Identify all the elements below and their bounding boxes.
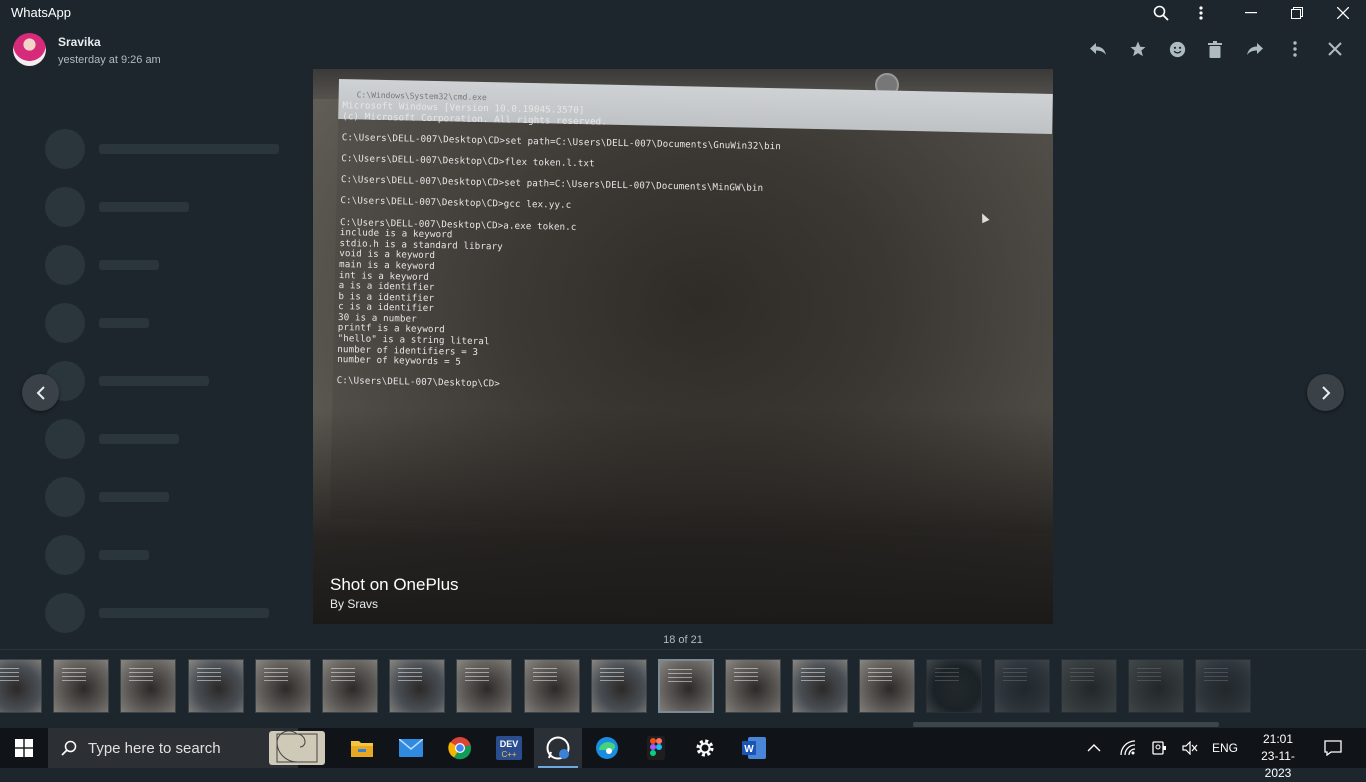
chevron-left-icon xyxy=(36,385,45,400)
window-close-icon[interactable] xyxy=(1323,0,1363,26)
chrome-icon[interactable] xyxy=(436,728,484,768)
edge-icon[interactable] xyxy=(583,728,631,768)
thumbnail[interactable] xyxy=(926,659,982,713)
settings-gear-icon[interactable] xyxy=(681,728,729,768)
watermark-title: Shot on OnePlus xyxy=(330,575,459,594)
svg-text:C++: C++ xyxy=(501,750,516,759)
thumbnail-text xyxy=(398,668,422,684)
thumbnail[interactable] xyxy=(120,659,176,713)
thumbnail[interactable] xyxy=(0,659,42,713)
search-placeholder: Type here to search xyxy=(88,739,221,757)
thumbnail[interactable] xyxy=(658,659,714,713)
search-highlight-image xyxy=(269,730,325,765)
thumbnail[interactable] xyxy=(322,659,378,713)
thumbnail-scrollbar[interactable] xyxy=(913,722,1219,727)
figma-icon[interactable] xyxy=(632,728,680,768)
language-indicator[interactable]: ENG xyxy=(1212,741,1238,755)
search-icon xyxy=(61,740,77,756)
thumbnail-text xyxy=(0,668,19,684)
thumbnail[interactable] xyxy=(591,659,647,713)
thumbnail-text xyxy=(197,668,221,684)
title-bar: WhatsApp xyxy=(0,0,1366,26)
restore-icon[interactable] xyxy=(1277,0,1317,26)
thumbnail[interactable] xyxy=(859,659,915,713)
thumbnail[interactable] xyxy=(1061,659,1117,713)
taskbar-search[interactable]: Type here to search xyxy=(48,728,325,768)
avatar[interactable] xyxy=(13,33,46,66)
star-icon[interactable] xyxy=(1127,38,1149,60)
thumbnail[interactable] xyxy=(725,659,781,713)
whatsapp-icon[interactable] xyxy=(534,728,582,768)
app-title: WhatsApp xyxy=(11,5,71,20)
thumbnail[interactable] xyxy=(792,659,848,713)
thumbnail-text xyxy=(331,668,355,684)
watermark-author: By Sravs xyxy=(330,597,379,611)
emoji-icon[interactable] xyxy=(1166,38,1188,60)
dev-cpp-icon[interactable]: DEV C++ xyxy=(485,728,533,768)
thumbnail-text xyxy=(129,668,153,684)
delete-icon[interactable] xyxy=(1204,38,1226,60)
reply-icon[interactable] xyxy=(1087,38,1109,60)
next-button[interactable] xyxy=(1307,374,1344,411)
thumbnail-text xyxy=(264,668,288,684)
taskbar-clock[interactable]: 21:01 23-11-2023 xyxy=(1248,731,1308,782)
cmd-output: Microsoft Windows [Version 10.0.19045.35… xyxy=(337,100,1043,402)
thumbnail-strip[interactable] xyxy=(0,649,1366,724)
thumbnail[interactable] xyxy=(188,659,244,713)
media-photo[interactable]: C:\Windows\System32\cmd.exe Microsoft Wi… xyxy=(313,69,1053,624)
mail-icon[interactable] xyxy=(387,728,435,768)
thumbnail-text xyxy=(868,668,892,684)
forward-icon[interactable] xyxy=(1244,38,1266,60)
clock-date: 23-11-2023 xyxy=(1261,749,1295,780)
thumbnail-text xyxy=(1137,668,1161,684)
thumbnail[interactable] xyxy=(994,659,1050,713)
chevron-right-icon xyxy=(1321,385,1330,400)
message-time: yesterday at 9:26 am xyxy=(58,54,161,66)
more-icon[interactable] xyxy=(1284,38,1306,60)
sender-name[interactable]: Sravika xyxy=(58,35,101,49)
clock-time: 21:01 xyxy=(1262,732,1294,746)
volume-muted-icon[interactable] xyxy=(1168,728,1212,768)
thumbnail[interactable] xyxy=(1128,659,1184,713)
thumbnail-text xyxy=(465,668,489,684)
search-icon[interactable] xyxy=(1141,0,1181,26)
svg-text:W: W xyxy=(744,744,754,755)
thumbnail-text xyxy=(533,668,557,684)
media-counter: 18 of 21 xyxy=(663,634,703,646)
thumbnail-text xyxy=(801,668,825,684)
notifications-icon[interactable] xyxy=(1310,728,1356,768)
thumbnail[interactable] xyxy=(389,659,445,713)
thumbnail-text xyxy=(1204,668,1228,684)
background-chat-list xyxy=(45,120,305,640)
thumbnail-text xyxy=(668,669,692,685)
thumbnail-text xyxy=(935,668,959,684)
thumbnail-text xyxy=(1070,668,1094,684)
taskbar: Type here to search DEV C++ W ENG 21:01 … xyxy=(0,728,1366,780)
thumbnail[interactable] xyxy=(524,659,580,713)
file-explorer-icon[interactable] xyxy=(338,728,386,768)
previous-button[interactable] xyxy=(22,374,59,411)
menu-icon[interactable] xyxy=(1181,0,1221,26)
thumbnail[interactable] xyxy=(1195,659,1251,713)
windows-start-icon[interactable] xyxy=(0,728,48,768)
thumbnail[interactable] xyxy=(456,659,512,713)
thumbnail[interactable] xyxy=(53,659,109,713)
thumbnail-text xyxy=(1003,668,1027,684)
minimize-icon[interactable] xyxy=(1231,0,1271,26)
close-icon[interactable] xyxy=(1324,38,1346,60)
thumbnail-text xyxy=(600,668,624,684)
svg-text:DEV: DEV xyxy=(500,739,519,749)
thumbnail-text xyxy=(62,668,86,684)
word-icon[interactable]: W xyxy=(730,728,778,768)
thumbnail[interactable] xyxy=(255,659,311,713)
thumbnail-text xyxy=(734,668,758,684)
